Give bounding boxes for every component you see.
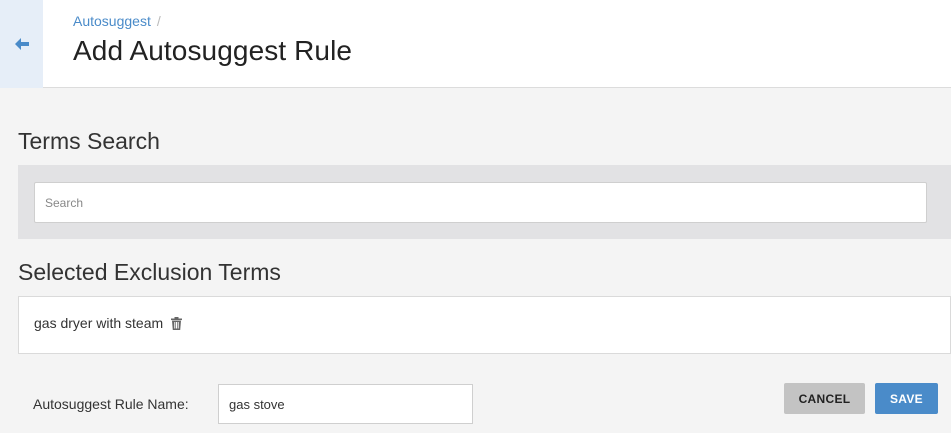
cancel-button[interactable]: CANCEL xyxy=(784,383,865,414)
search-panel xyxy=(18,165,951,239)
breadcrumb-link-autosuggest[interactable]: Autosuggest xyxy=(73,13,151,29)
breadcrumb: Autosuggest / xyxy=(73,13,161,29)
page-header: Autosuggest / Add Autosuggest Rule xyxy=(0,0,951,88)
arrow-left-icon xyxy=(14,38,29,50)
rule-name-label: Autosuggest Rule Name: xyxy=(33,396,189,412)
exclusion-term-item: gas dryer with steam xyxy=(34,315,183,331)
search-input[interactable] xyxy=(34,182,927,223)
terms-search-title: Terms Search xyxy=(18,128,160,154)
rule-name-input[interactable] xyxy=(218,384,473,424)
exclusion-terms-list: gas dryer with steam xyxy=(18,296,951,354)
page-title: Add Autosuggest Rule xyxy=(73,35,353,66)
exclusion-term-label: gas dryer with steam xyxy=(34,315,164,331)
breadcrumb-separator: / xyxy=(156,13,161,29)
back-button[interactable] xyxy=(0,0,43,88)
trash-icon[interactable] xyxy=(171,316,183,330)
selected-exclusion-terms-title: Selected Exclusion Terms xyxy=(18,259,281,285)
save-button[interactable]: SAVE xyxy=(875,383,938,414)
